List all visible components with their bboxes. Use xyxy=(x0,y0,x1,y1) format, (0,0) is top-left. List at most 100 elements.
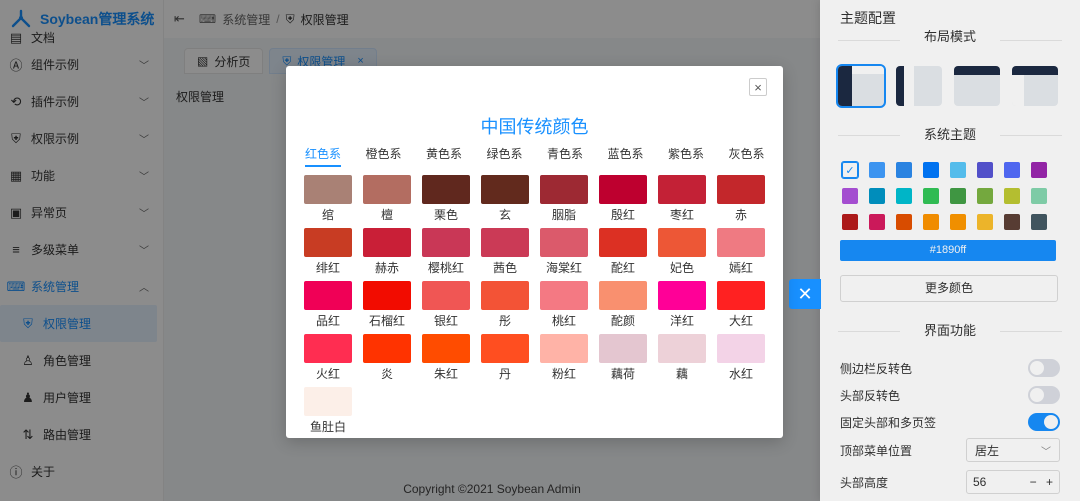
modal-close-button[interactable]: × xyxy=(749,78,767,96)
color-cell[interactable]: 彤 xyxy=(481,281,529,330)
color-cell[interactable]: 洋红 xyxy=(658,281,706,330)
more-colors-button[interactable]: 更多颜色 xyxy=(840,275,1058,302)
color-family-tab[interactable]: 灰色系 xyxy=(729,145,790,166)
color-swatch[interactable] xyxy=(658,175,706,204)
color-family-tab[interactable]: 青色系 xyxy=(547,145,608,166)
color-swatch[interactable] xyxy=(422,281,470,310)
color-swatch[interactable] xyxy=(481,175,529,204)
color-cell[interactable]: 酡红 xyxy=(599,228,647,277)
theme-color-swatch[interactable] xyxy=(950,214,966,230)
color-cell[interactable]: 绾 xyxy=(304,175,352,224)
color-swatch[interactable] xyxy=(304,175,352,204)
theme-color-swatch[interactable] xyxy=(977,188,993,204)
color-cell[interactable]: 大红 xyxy=(717,281,765,330)
color-swatch[interactable] xyxy=(363,281,411,310)
color-cell[interactable]: 银红 xyxy=(422,281,470,330)
theme-color-swatch[interactable] xyxy=(842,188,858,204)
theme-color-swatch[interactable] xyxy=(869,214,885,230)
theme-color-swatch[interactable] xyxy=(896,162,912,178)
color-cell[interactable]: 殷红 xyxy=(599,175,647,224)
color-family-tab[interactable]: 黄色系 xyxy=(426,145,487,166)
color-swatch[interactable] xyxy=(599,281,647,310)
color-cell[interactable]: 海棠红 xyxy=(540,228,588,277)
color-cell[interactable]: 品红 xyxy=(304,281,352,330)
color-swatch[interactable] xyxy=(717,281,765,310)
color-swatch[interactable] xyxy=(540,334,588,363)
color-family-tab[interactable]: 橙色系 xyxy=(366,145,427,166)
theme-color-swatch[interactable] xyxy=(1004,188,1020,204)
color-swatch[interactable] xyxy=(304,334,352,363)
color-swatch[interactable] xyxy=(422,334,470,363)
color-cell[interactable]: 茜色 xyxy=(481,228,529,277)
theme-color-swatch[interactable]: ✓ xyxy=(841,161,859,179)
color-cell[interactable]: 石榴红 xyxy=(363,281,411,330)
color-cell[interactable]: 丹 xyxy=(481,334,529,383)
color-swatch[interactable] xyxy=(304,228,352,257)
header-inverted-switch[interactable] xyxy=(1028,386,1060,404)
plus-icon[interactable]: + xyxy=(1046,475,1053,489)
color-family-tab[interactable]: 蓝色系 xyxy=(608,145,669,166)
layout-horizontal[interactable] xyxy=(954,66,1000,106)
theme-color-swatch[interactable] xyxy=(1031,188,1047,204)
theme-color-swatch[interactable] xyxy=(977,214,993,230)
color-swatch[interactable] xyxy=(540,228,588,257)
theme-color-swatch[interactable] xyxy=(977,162,993,178)
color-cell[interactable]: 桃红 xyxy=(540,281,588,330)
color-family-tab[interactable]: 绿色系 xyxy=(487,145,548,166)
color-cell[interactable]: 鱼肚白 xyxy=(304,387,352,436)
drawer-close-button[interactable]: ✕ xyxy=(789,279,821,309)
color-cell[interactable]: 炎 xyxy=(363,334,411,383)
layout-vertical[interactable] xyxy=(836,64,886,108)
color-swatch[interactable] xyxy=(363,175,411,204)
color-cell[interactable]: 赫赤 xyxy=(363,228,411,277)
color-cell[interactable]: 绯红 xyxy=(304,228,352,277)
selected-color-display[interactable]: #1890ff xyxy=(840,240,1056,261)
color-swatch[interactable] xyxy=(540,281,588,310)
color-cell[interactable]: 妃色 xyxy=(658,228,706,277)
theme-color-swatch[interactable] xyxy=(1031,214,1047,230)
color-cell[interactable]: 藕荷 xyxy=(599,334,647,383)
color-swatch[interactable] xyxy=(422,228,470,257)
color-cell[interactable]: 枣红 xyxy=(658,175,706,224)
color-swatch[interactable] xyxy=(422,175,470,204)
color-swatch[interactable] xyxy=(481,228,529,257)
theme-color-swatch[interactable] xyxy=(1004,214,1020,230)
header-height-stepper[interactable]: 56 − + xyxy=(966,470,1060,494)
theme-color-swatch[interactable] xyxy=(1031,162,1047,178)
color-cell[interactable]: 胭脂 xyxy=(540,175,588,224)
theme-color-swatch[interactable] xyxy=(896,214,912,230)
color-swatch[interactable] xyxy=(481,281,529,310)
color-cell[interactable]: 樱桃红 xyxy=(422,228,470,277)
theme-color-swatch[interactable] xyxy=(950,188,966,204)
color-swatch[interactable] xyxy=(304,281,352,310)
color-cell[interactable]: 檀 xyxy=(363,175,411,224)
color-cell[interactable]: 赤 xyxy=(717,175,765,224)
theme-color-swatch[interactable] xyxy=(896,188,912,204)
color-cell[interactable]: 粉红 xyxy=(540,334,588,383)
theme-color-swatch[interactable] xyxy=(1004,162,1020,178)
color-swatch[interactable] xyxy=(717,175,765,204)
theme-color-swatch[interactable] xyxy=(923,162,939,178)
color-swatch[interactable] xyxy=(658,334,706,363)
color-swatch[interactable] xyxy=(717,228,765,257)
color-swatch[interactable] xyxy=(363,334,411,363)
theme-color-swatch[interactable] xyxy=(869,188,885,204)
layout-vertical-mix[interactable] xyxy=(896,66,942,106)
top-menu-position-select[interactable]: 居左 ﹀ xyxy=(966,438,1060,462)
color-swatch[interactable] xyxy=(717,334,765,363)
color-cell[interactable]: 酡颜 xyxy=(599,281,647,330)
color-cell[interactable]: 水红 xyxy=(717,334,765,383)
theme-color-swatch[interactable] xyxy=(923,214,939,230)
color-cell[interactable]: 藕 xyxy=(658,334,706,383)
theme-color-swatch[interactable] xyxy=(950,162,966,178)
fixed-header-switch[interactable] xyxy=(1028,413,1060,431)
color-family-tab[interactable]: 紫色系 xyxy=(668,145,729,166)
color-cell[interactable]: 嫣红 xyxy=(717,228,765,277)
color-cell[interactable]: 栗色 xyxy=(422,175,470,224)
theme-color-swatch[interactable] xyxy=(842,214,858,230)
color-swatch[interactable] xyxy=(599,228,647,257)
theme-color-swatch[interactable] xyxy=(869,162,885,178)
color-cell[interactable]: 玄 xyxy=(481,175,529,224)
color-swatch[interactable] xyxy=(481,334,529,363)
color-cell[interactable]: 火红 xyxy=(304,334,352,383)
